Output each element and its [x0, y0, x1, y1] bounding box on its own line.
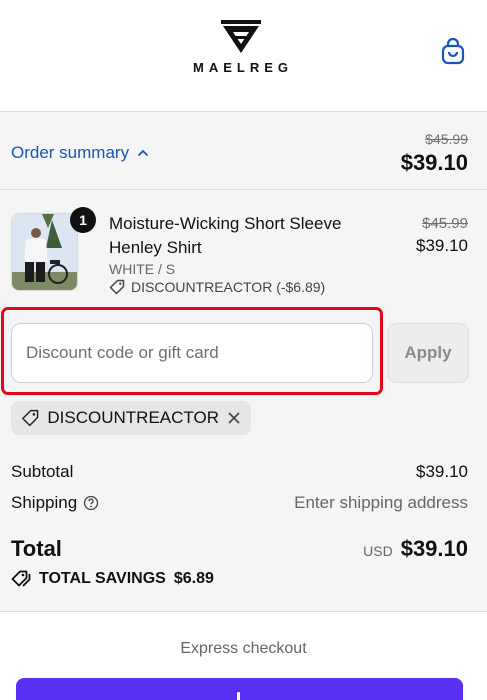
tag-icon [22, 409, 39, 427]
shipping-label: Shipping [11, 493, 78, 512]
savings-tag-icon [11, 570, 31, 587]
subtotal-value: $39.10 [416, 462, 468, 481]
order-summary-panel: 1 Moisture-Wicking Short Sleeve Henley S… [0, 190, 487, 612]
product-name: Moisture-Wicking Short Sleeve Henley Shi… [109, 214, 342, 257]
product-variant: WHITE / S [109, 261, 176, 277]
applied-discount-chip: DISCOUNTREACTOR [11, 401, 251, 435]
brand-logo[interactable]: MAELREG [183, 20, 298, 75]
apply-discount-button[interactable]: Apply [387, 323, 469, 383]
total-label: Total [11, 536, 62, 561]
product-image [12, 214, 77, 290]
shopping-bag-icon[interactable] [440, 37, 466, 65]
close-icon [228, 412, 240, 424]
brand-name: MAELREG [193, 60, 293, 75]
total-value-group: USD $39.10 [363, 536, 468, 562]
product-discount-label: DISCOUNTREACTOR (-$6.89) [131, 279, 326, 295]
product-original-price: $45.99 [422, 215, 468, 232]
product-thumbnail [11, 213, 78, 291]
subtotal-label: Subtotal [11, 462, 74, 481]
subtotal-row-label: Subtotal [11, 462, 73, 482]
help-icon[interactable] [83, 495, 99, 511]
express-button-mark [237, 692, 240, 700]
checkout-header: MAELREG [0, 0, 487, 112]
total-savings: TOTAL SAVINGS $6.89 [11, 570, 214, 588]
total-currency: USD [363, 543, 393, 559]
total-savings-value: $6.89 [173, 570, 214, 587]
chevron-up-icon [137, 149, 149, 157]
order-summary-toggle[interactable]: Order summary [11, 143, 149, 163]
shipping-row-label: Shipping [11, 493, 99, 513]
remove-discount-button[interactable] [227, 411, 241, 425]
product-price: $39.10 [416, 236, 468, 255]
discount-code-input[interactable] [11, 323, 373, 383]
shipping-value: Enter shipping address [294, 493, 468, 512]
tag-icon [109, 279, 125, 295]
summary-total: $39.10 [400, 150, 468, 175]
order-summary-bar: Order summary $45.99 $39.10 [0, 112, 487, 190]
total-amount: $39.10 [400, 536, 468, 561]
brand-mark-icon [220, 20, 261, 53]
applied-discount-code: DISCOUNTREACTOR [47, 408, 219, 427]
product-discount: DISCOUNTREACTOR (-$6.89) [109, 279, 325, 295]
quantity-badge: 1 [70, 207, 96, 233]
total-savings-label: TOTAL SAVINGS [39, 570, 166, 587]
express-checkout-button[interactable] [16, 678, 463, 700]
express-checkout-label: Express checkout [180, 640, 307, 657]
order-summary-label: Order summary [11, 143, 130, 162]
summary-original-total: $45.99 [425, 131, 468, 147]
